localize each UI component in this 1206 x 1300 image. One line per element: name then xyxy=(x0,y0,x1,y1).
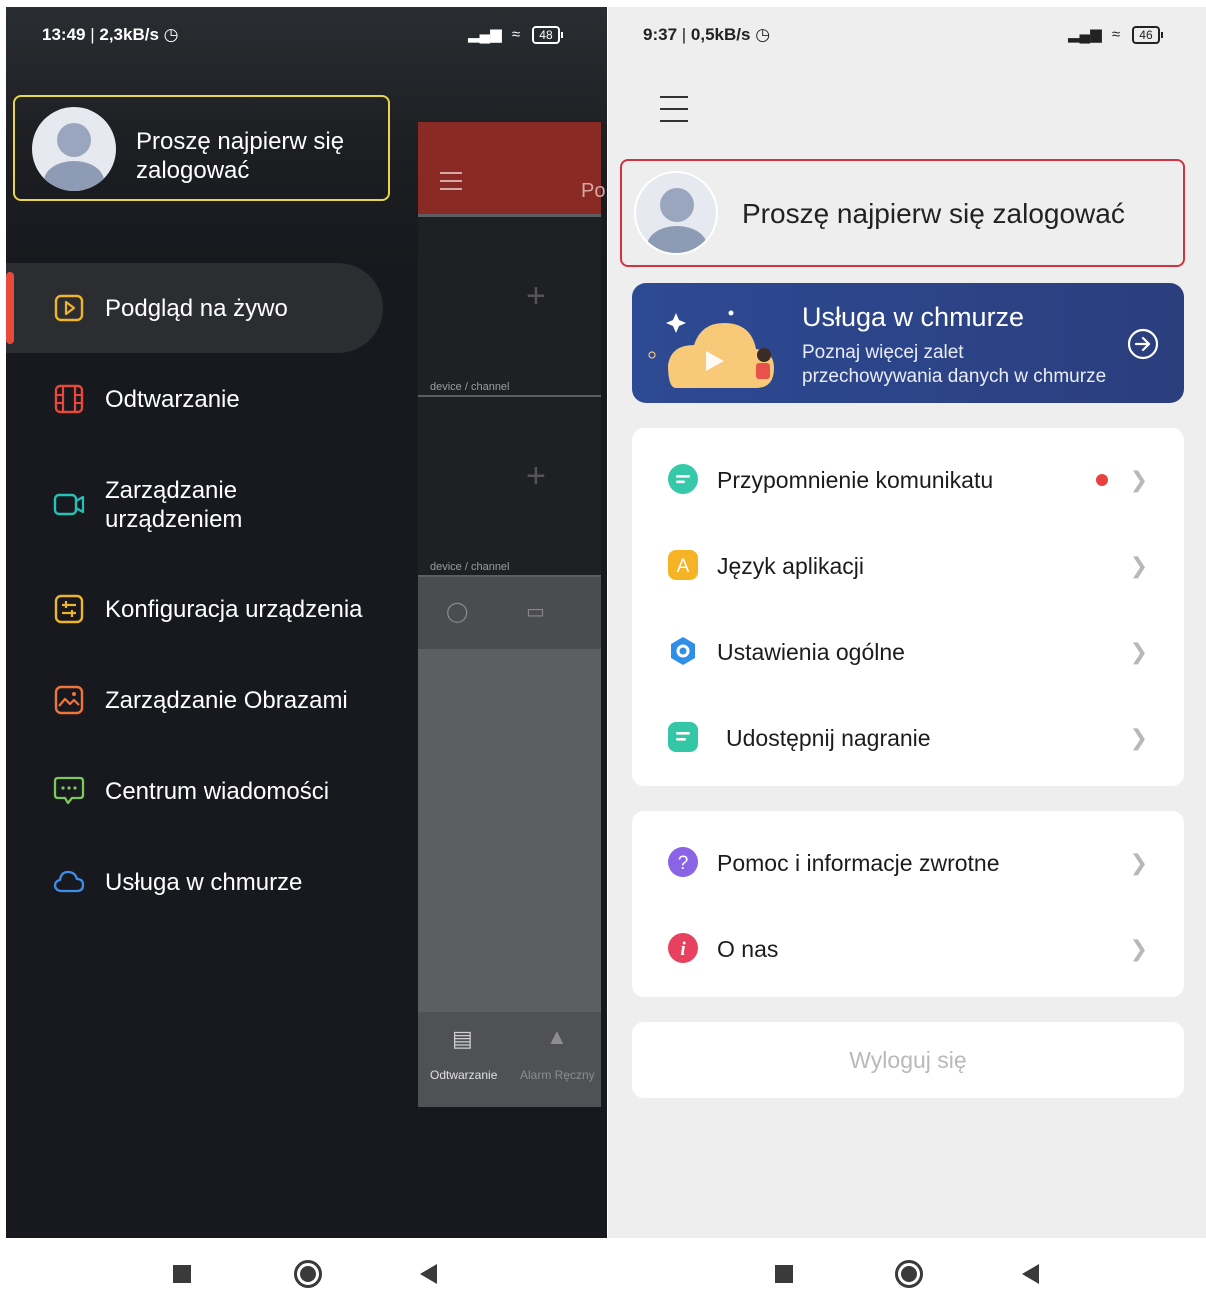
settings-card-2: ? Pomoc i informacje zwrotne ❯ i O nas ❯ xyxy=(632,811,1184,997)
status-speed: 0,5kB/s xyxy=(690,25,751,44)
chat-icon xyxy=(53,776,85,805)
status-speed: 2,3kB/s xyxy=(99,25,159,44)
alarm-bell-icon: ▲ xyxy=(546,1024,568,1049)
info-icon: i xyxy=(668,933,698,963)
recents-button[interactable] xyxy=(775,1265,793,1283)
login-text: Proszę najpierw się zalogować xyxy=(742,198,1125,229)
avatar xyxy=(634,171,718,255)
film-icon: ▤ xyxy=(452,1026,473,1051)
status-bar-left: 13:49 | 2,3kB/s ◷ xyxy=(42,25,179,44)
menu-label: Podgląd na żywo xyxy=(105,295,288,322)
logout-label: Wyloguj się xyxy=(849,1047,967,1073)
cloud-illustration-icon xyxy=(648,310,774,388)
sliders-icon xyxy=(54,594,84,624)
background-bottom-tabs: ▤ Odtwarzanie ▲ Alarm Ręczny xyxy=(418,1012,601,1107)
settings-row-message-reminder[interactable]: Przypomnienie komunikatu ❯ xyxy=(632,436,1184,522)
logout-button[interactable]: Wyloguj się xyxy=(632,1022,1184,1098)
background-app-title: Po xyxy=(581,180,606,202)
settings-row-label: O nas xyxy=(717,936,779,962)
status-icons-left: ▂▄▆ ≈ 48 xyxy=(468,25,564,44)
hamburger-menu-button[interactable] xyxy=(656,92,694,128)
image-icon xyxy=(54,685,84,715)
chevron-right-icon: ❯ xyxy=(1129,850,1148,875)
menu-item-live-view[interactable]: Podgląd na żywo xyxy=(6,273,607,343)
settings-row-label: Przypomnienie komunikatu xyxy=(717,467,994,493)
menu-item-cloud-service[interactable]: Usługa w chmurze xyxy=(6,847,607,917)
cloud-banner-subtitle: Poznaj więcej zalet przechowywania danyc… xyxy=(802,341,1106,389)
menu-icon xyxy=(660,96,688,98)
cloud-banner-title: Usługa w chmurze xyxy=(802,302,1025,332)
settings-row-label: Ustawienia ogólne xyxy=(717,639,905,665)
camera-icon xyxy=(53,493,85,516)
channel-label: device / channel xyxy=(430,561,510,573)
signal-icon: ▂▄▆ xyxy=(468,26,502,43)
notification-badge xyxy=(1096,474,1108,486)
settings-icon xyxy=(671,637,695,665)
menu-label: Usługa w chmurze xyxy=(105,869,303,896)
back-button[interactable] xyxy=(420,1264,437,1284)
play-square-icon xyxy=(54,294,84,322)
login-prompt-right[interactable]: Proszę najpierw się zalogować xyxy=(620,159,1185,267)
cloud-banner-subtitle-line2: przechowywania danych w chmurze xyxy=(802,366,1107,387)
menu-label: Zarządzanie Obrazami xyxy=(105,687,348,714)
wifi-icon: ≈ xyxy=(511,26,521,43)
arrow-right-circle-icon xyxy=(1127,328,1159,360)
status-bar-right: 9:37 | 0,5kB/s ◷ xyxy=(643,25,771,44)
settings-row-general-settings[interactable]: Ustawienia ogólne ❯ xyxy=(632,608,1184,694)
wifi-icon: ≈ xyxy=(1111,26,1121,43)
battery-icon: 46 xyxy=(1132,26,1164,44)
chevron-right-icon: ❯ xyxy=(1129,725,1148,750)
language-icon: A xyxy=(668,550,698,580)
status-time: 9:37 xyxy=(643,25,678,44)
alarm-icon: ◷ xyxy=(163,25,179,44)
share-icon xyxy=(668,722,698,752)
settings-card-1: Przypomnienie komunikatu ❯ A Język aplik… xyxy=(632,428,1184,786)
menu-icon xyxy=(440,172,462,174)
chevron-right-icon: ❯ xyxy=(1129,467,1148,492)
back-button[interactable] xyxy=(1022,1264,1039,1284)
login-text: Proszę najpierw się zalogować xyxy=(136,128,345,184)
avatar xyxy=(32,107,116,191)
svg-text:i: i xyxy=(680,939,686,960)
menu-label: Centrum wiadomości xyxy=(105,778,330,805)
settings-row-label: Udostępnij nagranie xyxy=(726,725,931,751)
home-button[interactable] xyxy=(294,1260,322,1288)
menu-label: Konfiguracja urządzenia xyxy=(105,596,363,623)
alarm-icon: ◷ xyxy=(755,25,771,44)
settings-row-app-language[interactable]: A Język aplikacji ❯ xyxy=(632,522,1184,608)
menu-label: Odtwarzanie xyxy=(105,386,240,413)
status-icons-right: ▂▄▆ ≈ 46 xyxy=(1068,25,1164,44)
menu-item-message-center[interactable]: Centrum wiadomości xyxy=(6,756,607,826)
chevron-right-icon: ❯ xyxy=(1129,553,1148,578)
home-button[interactable] xyxy=(895,1260,923,1288)
login-prompt-left[interactable]: Proszę najpierw się zalogować xyxy=(13,95,390,201)
menu-item-image-management[interactable]: Zarządzanie Obrazami xyxy=(6,665,607,735)
status-time: 13:49 xyxy=(42,25,86,44)
signal-icon: ▂▄▆ xyxy=(1068,26,1102,43)
settings-row-label: Język aplikacji xyxy=(717,553,864,579)
tab-playback-label: Odtwarzanie xyxy=(430,1068,498,1082)
svg-text:?: ? xyxy=(678,853,689,874)
cloud-icon xyxy=(53,870,85,893)
chevron-right-icon: ❯ xyxy=(1129,936,1148,961)
message-icon xyxy=(668,464,698,494)
menu-label: Zarządzanie urządzeniem xyxy=(105,477,243,533)
settings-row-help-feedback[interactable]: ? Pomoc i informacje zwrotne ❯ xyxy=(632,819,1184,905)
settings-row-label: Pomoc i informacje zwrotne xyxy=(717,850,1000,876)
menu-item-device-configuration[interactable]: Konfiguracja urządzenia xyxy=(6,574,607,644)
menu-item-device-management[interactable]: Zarządzanie urządzeniem xyxy=(6,468,607,548)
tab-alarm-label: Alarm Ręczny xyxy=(520,1068,595,1082)
cloud-banner-subtitle-line1: Poznaj więcej zalet xyxy=(802,342,964,363)
film-icon xyxy=(54,384,84,414)
chevron-right-icon: ❯ xyxy=(1129,639,1148,664)
battery-icon: 48 xyxy=(532,26,564,44)
help-icon: ? xyxy=(668,847,698,877)
background-app-header: Po xyxy=(418,122,605,214)
menu-item-playback[interactable]: Odtwarzanie xyxy=(6,364,607,434)
settings-row-share-recording[interactable]: Udostępnij nagranie ❯ xyxy=(632,694,1184,780)
settings-row-about-us[interactable]: i O nas ❯ xyxy=(632,905,1184,991)
recents-button[interactable] xyxy=(173,1265,191,1283)
svg-text:A: A xyxy=(677,556,690,577)
cloud-service-banner[interactable]: Usługa w chmurze Poznaj więcej zalet prz… xyxy=(632,283,1184,403)
